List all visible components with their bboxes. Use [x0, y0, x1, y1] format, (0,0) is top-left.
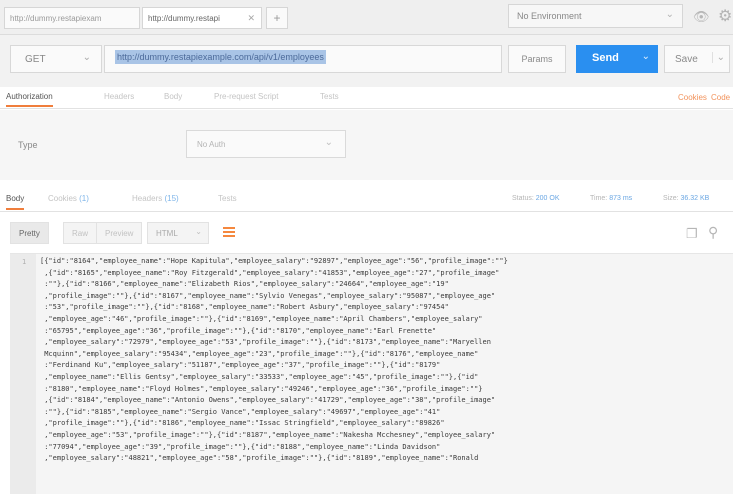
- request-tabs: Authorization Headers Body Pre-request S…: [0, 87, 733, 109]
- size-value: 36.32 KB: [680, 195, 710, 202]
- code-line: :"65795","employee_age":"36","profile_im…: [40, 326, 437, 335]
- auth-type-select[interactable]: No Auth ⌄: [186, 130, 346, 158]
- format-select[interactable]: HTML ⌄: [147, 222, 209, 244]
- code-line: ,{"id":"8165","employee_name":"Roy Fitzg…: [40, 268, 500, 277]
- code-line: ,{"id":"8184","employee_name":"Antonio O…: [40, 396, 496, 405]
- response-tab-headers[interactable]: Headers (15): [132, 194, 179, 203]
- status-readout: Status: 200 OK: [512, 195, 560, 202]
- response-tab-body[interactable]: Body: [6, 194, 25, 210]
- code-line: ,"employee_age":"53","profile_image":""}…: [40, 430, 496, 439]
- code-line: ,"employee_salary":"72979","employee_age…: [40, 338, 491, 347]
- environment-select[interactable]: No Environment ⌄: [508, 4, 683, 28]
- time-value: 873 ms: [609, 195, 633, 202]
- cookies-link[interactable]: Cookies: [678, 93, 707, 102]
- response-tab-cookies[interactable]: Cookies (1): [48, 194, 89, 203]
- line-number: 1: [22, 258, 27, 266]
- wrap-lines-icon[interactable]: [220, 224, 238, 240]
- url-input[interactable]: http://dummy.restapiexample.com/api/v1/e…: [104, 45, 502, 73]
- response-tab-tests[interactable]: Tests: [218, 194, 237, 203]
- size-readout: Size: 36.32 KB: [663, 195, 709, 202]
- send-button[interactable]: Send ⌄: [576, 45, 658, 73]
- response-code: [{"id":"8164","employee_name":"Hope Kapi…: [40, 256, 730, 465]
- new-tab-button[interactable]: +: [266, 7, 288, 29]
- auth-type-value: No Auth: [197, 140, 226, 149]
- tab-headers[interactable]: Headers: [104, 92, 134, 101]
- url-text: http://dummy.restapiexample.com/api/v1/e…: [115, 50, 326, 64]
- chevron-down-icon: ⌄: [324, 137, 333, 148]
- gear-icon[interactable]: ⚙: [718, 6, 732, 26]
- tab-strip: http://dummy.restapiexam http://dummy.re…: [0, 0, 733, 35]
- copy-icon[interactable]: ❐: [686, 226, 698, 242]
- chevron-down-icon: ⌄: [195, 227, 202, 236]
- chevron-down-icon[interactable]: ⌄: [711, 52, 725, 63]
- time-readout: Time: 873 ms: [590, 195, 632, 202]
- code-link[interactable]: Code: [711, 93, 730, 102]
- response-tabs: Body Cookies (1) Headers (15) Tests Stat…: [0, 186, 733, 212]
- code-line: ,"profile_image":""},{"id":"8167","emplo…: [40, 291, 496, 300]
- code-line: ,"profile_image":""},{"id":"8186","emplo…: [40, 419, 445, 428]
- preview-button[interactable]: Preview: [96, 222, 143, 244]
- size-label: Size:: [663, 195, 679, 202]
- code-line: Mcquinn","employee_salary":"95434","empl…: [40, 349, 479, 358]
- request-tab-label: http://dummy.restapi: [148, 14, 220, 23]
- plus-icon: +: [273, 11, 281, 25]
- code-line: ,"employee_name":"Ellis Gentsy","employe…: [40, 372, 479, 381]
- code-line: ,"employee_age":"46","profile_image":""}…: [40, 314, 483, 323]
- status-value: 200 OK: [535, 195, 560, 202]
- code-line: :"53","profile_image":""},{"id":"8168","…: [40, 303, 449, 312]
- code-line: ,"employee_salary":"48821","employee_age…: [40, 454, 479, 463]
- request-tab[interactable]: http://dummy.restapiexam: [4, 7, 140, 29]
- cookies-count: (1): [79, 194, 89, 203]
- response-body: 1 [{"id":"8164","employee_name":"Hope Ka…: [10, 253, 733, 494]
- save-button[interactable]: Save ⌄: [664, 45, 730, 73]
- save-label: Save: [675, 54, 698, 65]
- response-tab-cookies-label: Cookies: [48, 194, 77, 203]
- code-line: :"77094","employee_age":"39","profile_im…: [40, 442, 441, 451]
- code-line: :"8180","employee_name":"Floyd Holmes","…: [40, 384, 483, 393]
- close-icon[interactable]: ✕: [247, 13, 255, 24]
- tab-authorization[interactable]: Authorization: [6, 92, 53, 107]
- chevron-down-icon: ⌄: [82, 52, 91, 63]
- code-line: :""},{"id":"8166","employee_name":"Eliza…: [40, 280, 449, 289]
- status-label: Status:: [512, 195, 534, 202]
- tab-body[interactable]: Body: [164, 92, 182, 101]
- tab-tests[interactable]: Tests: [320, 92, 339, 101]
- headers-count: (15): [164, 194, 179, 203]
- code-line: :"Ferdinand Ku","employee_salary":"51187…: [40, 361, 441, 370]
- request-tab-active[interactable]: http://dummy.restapi ✕: [142, 7, 262, 29]
- method-label: GET: [25, 54, 46, 65]
- chevron-down-icon[interactable]: ⌄: [642, 51, 650, 62]
- environment-label: No Environment: [517, 11, 582, 21]
- format-label: HTML: [156, 229, 178, 238]
- method-select[interactable]: GET ⌄: [10, 45, 102, 73]
- raw-button[interactable]: Raw: [63, 222, 98, 244]
- eye-icon[interactable]: 👁: [693, 9, 710, 25]
- response-tab-headers-label: Headers: [132, 194, 163, 203]
- params-button[interactable]: Params: [508, 45, 566, 73]
- chevron-down-icon: ⌄: [665, 9, 674, 20]
- auth-type-label: Type: [18, 140, 38, 150]
- request-bar: GET ⌄ http://dummy.restapiexample.com/ap…: [0, 35, 733, 87]
- search-icon[interactable]: ⚲: [708, 224, 718, 241]
- code-line: :""},{"id":"8185","employee_name":"Sergi…: [40, 407, 441, 416]
- auth-panel: Type No Auth ⌄: [0, 110, 733, 180]
- time-label: Time:: [590, 195, 608, 202]
- send-label: Send: [592, 52, 619, 64]
- tab-pre-request-script[interactable]: Pre-request Script: [214, 92, 278, 101]
- code-line: [{"id":"8164","employee_name":"Hope Kapi…: [40, 257, 508, 265]
- response-toolbar: Pretty Raw Preview HTML ⌄ ❐ ⚲: [0, 218, 733, 250]
- line-gutter: 1: [10, 254, 36, 494]
- request-tab-label: http://dummy.restapiexam: [10, 14, 102, 23]
- pretty-button[interactable]: Pretty: [10, 222, 49, 244]
